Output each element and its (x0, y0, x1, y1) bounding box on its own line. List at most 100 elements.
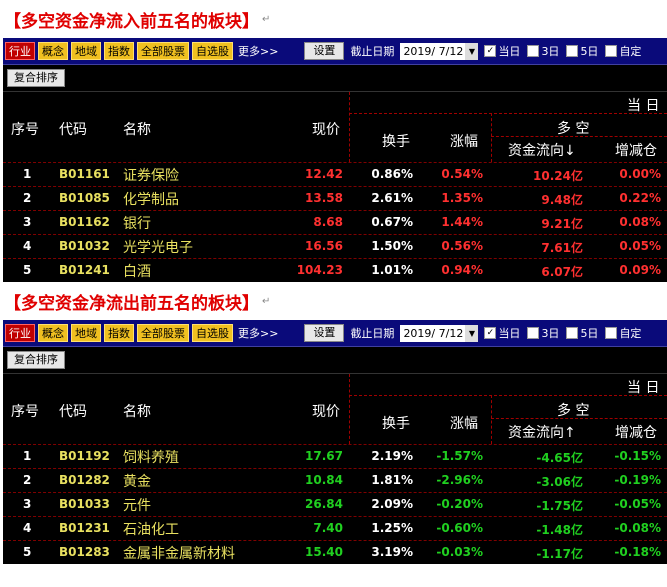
tab-3[interactable]: 指数 (104, 42, 134, 60)
header-seq[interactable]: 序号 (11, 401, 39, 421)
period-checkbox[interactable]: 自定 (605, 43, 641, 59)
cell-flow: -4.65亿 (536, 451, 583, 465)
header-change[interactable]: 涨幅 (450, 131, 478, 151)
table-row[interactable]: 2 B01282 黄金 10.84 1.81% -2.96% -3.06亿 -0.19% (3, 468, 667, 492)
checkbox-empty-icon[interactable] (527, 45, 540, 57)
tab-5[interactable]: 自选股 (192, 324, 233, 342)
checkbox-empty-icon[interactable] (566, 327, 579, 339)
header-group-longshort: 多 空 (557, 121, 590, 137)
header-flow[interactable]: 资金流向↑ (508, 422, 576, 442)
header-price[interactable]: 现价 (312, 119, 340, 139)
cell-code: B01033 (59, 497, 110, 511)
tab-3[interactable]: 指数 (104, 324, 134, 342)
cell-turnover: 2.19% (371, 449, 413, 463)
period-checkboxes: ✓ 当日 3日 5日 自定 (484, 43, 648, 59)
header-name[interactable]: 名称 (123, 119, 151, 139)
period-checkbox[interactable]: ✓ 当日 (484, 43, 520, 59)
header-turnover[interactable]: 换手 (382, 413, 410, 433)
cell-name: 银行 (123, 216, 151, 232)
checkbox-checked-icon[interactable]: ✓ (484, 45, 497, 57)
cell-flow: -1.17亿 (536, 547, 583, 561)
date-value: 2019/ 7/12 (403, 326, 464, 340)
period-checkbox[interactable]: 5日 (566, 325, 598, 341)
tab-4[interactable]: 全部股票 (137, 324, 189, 342)
checkbox-empty-icon[interactable] (605, 327, 618, 339)
composite-sort-button[interactable]: 复合排序 (7, 351, 65, 369)
tab-2[interactable]: 地域 (71, 42, 101, 60)
tab-5[interactable]: 自选股 (192, 42, 233, 60)
chevron-down-icon[interactable]: ▼ (465, 42, 479, 60)
cell-change: 0.54% (441, 167, 483, 181)
settings-button[interactable]: 设置 (304, 42, 345, 60)
table-row[interactable]: 2 B01085 化学制品 13.58 2.61% 1.35% 9.48亿 0.22% (3, 186, 667, 210)
return-mark-icon: ↵ (262, 13, 271, 25)
sort-bar: 复合排序 (3, 347, 667, 373)
table-row[interactable]: 3 B01162 银行 8.68 0.67% 1.44% 9.21亿 0.08% (3, 210, 667, 234)
table-body: 1 B01161 证券保险 12.42 0.86% 0.54% 10.24亿 0.00% 2 B0… (3, 162, 667, 282)
checkbox-empty-icon[interactable] (566, 45, 579, 57)
cell-price: 15.40 (305, 545, 343, 559)
more-link[interactable]: 更多>> (238, 43, 278, 59)
composite-sort-button[interactable]: 复合排序 (7, 69, 65, 87)
return-mark-icon: ↵ (262, 295, 271, 307)
header-position[interactable]: 增减仓 (615, 422, 657, 442)
table-row[interactable]: 4 B01231 石油化工 7.40 1.25% -0.60% -1.48亿 -0.08% (3, 516, 667, 540)
tab-4[interactable]: 全部股票 (137, 42, 189, 60)
cell-pos: -0.15% (614, 449, 661, 463)
settings-button[interactable]: 设置 (304, 324, 345, 342)
table-row[interactable]: 5 B01283 金属非金属新材料 15.40 3.19% -0.03% -1.17亿 -0.… (3, 540, 667, 564)
tab-0[interactable]: 行业 (5, 42, 35, 60)
header-position[interactable]: 增减仓 (615, 140, 657, 160)
cell-pos: 0.00% (619, 167, 661, 181)
checkbox-empty-icon[interactable] (527, 327, 540, 339)
header-code[interactable]: 代码 (59, 119, 87, 139)
tab-2[interactable]: 地域 (71, 324, 101, 342)
cell-turnover: 3.19% (371, 545, 413, 559)
date-picker[interactable]: 2019/ 7/12 ▼ (400, 42, 479, 60)
cell-pos: -0.19% (614, 473, 661, 487)
more-link[interactable]: 更多>> (238, 325, 278, 341)
period-checkbox[interactable]: 3日 (527, 43, 559, 59)
period-checkbox[interactable]: 5日 (566, 43, 598, 59)
cell-flow: -1.75亿 (536, 499, 583, 513)
header-code[interactable]: 代码 (59, 401, 87, 421)
tab-1[interactable]: 概念 (38, 42, 68, 60)
cell-turnover: 1.25% (371, 521, 413, 535)
cell-price: 12.42 (305, 167, 343, 181)
period-checkbox[interactable]: 3日 (527, 325, 559, 341)
checkbox-empty-icon[interactable] (605, 45, 618, 57)
tab-1[interactable]: 概念 (38, 324, 68, 342)
header-flow[interactable]: 资金流向↓ (508, 140, 576, 160)
period-label: 自定 (619, 327, 642, 340)
sort-bar: 复合排序 (3, 65, 667, 91)
date-value: 2019/ 7/12 (403, 44, 464, 58)
cell-pos: 0.08% (619, 215, 661, 229)
table-row[interactable]: 4 B01032 光学光电子 16.56 1.50% 0.56% 7.61亿 0.05% (3, 234, 667, 258)
header-turnover[interactable]: 换手 (382, 131, 410, 151)
period-checkbox[interactable]: 自定 (605, 325, 641, 341)
header-change[interactable]: 涨幅 (450, 413, 478, 433)
cell-seq: 1 (23, 449, 32, 463)
header-price[interactable]: 现价 (312, 401, 340, 421)
table-row[interactable]: 3 B01033 元件 26.84 2.09% -0.20% -1.75亿 -0.05% (3, 492, 667, 516)
chevron-down-icon[interactable]: ▼ (465, 324, 479, 342)
table-row[interactable]: 1 B01161 证券保险 12.42 0.86% 0.54% 10.24亿 0.00% (3, 162, 667, 186)
header-name[interactable]: 名称 (123, 401, 151, 421)
cell-turnover: 0.86% (371, 167, 413, 181)
cell-name: 元件 (123, 498, 151, 514)
table-row[interactable]: 1 B01192 饲料养殖 17.67 2.19% -1.57% -4.65亿 -0.15% (3, 444, 667, 468)
cell-pos: -0.18% (614, 545, 661, 559)
table-row[interactable]: 5 B01241 白酒 104.23 1.01% 0.94% 6.07亿 0.09% (3, 258, 667, 282)
cell-seq: 4 (23, 521, 32, 535)
header-seq[interactable]: 序号 (11, 119, 39, 139)
tab-0[interactable]: 行业 (5, 324, 35, 342)
cell-flow: -1.48亿 (536, 523, 583, 537)
cell-turnover: 1.01% (371, 263, 413, 277)
checkbox-checked-icon[interactable]: ✓ (484, 327, 497, 339)
sector-panel: 行业 概念 地域 指数 全部股票 自选股 更多>> 设置 截止日期 2019/ 7/12 ▼… (3, 38, 667, 282)
cell-seq: 1 (23, 167, 32, 181)
cell-name: 光学光电子 (123, 240, 193, 256)
cell-code: B01032 (59, 239, 110, 253)
period-checkbox[interactable]: ✓ 当日 (484, 325, 520, 341)
date-picker[interactable]: 2019/ 7/12 ▼ (400, 324, 479, 342)
